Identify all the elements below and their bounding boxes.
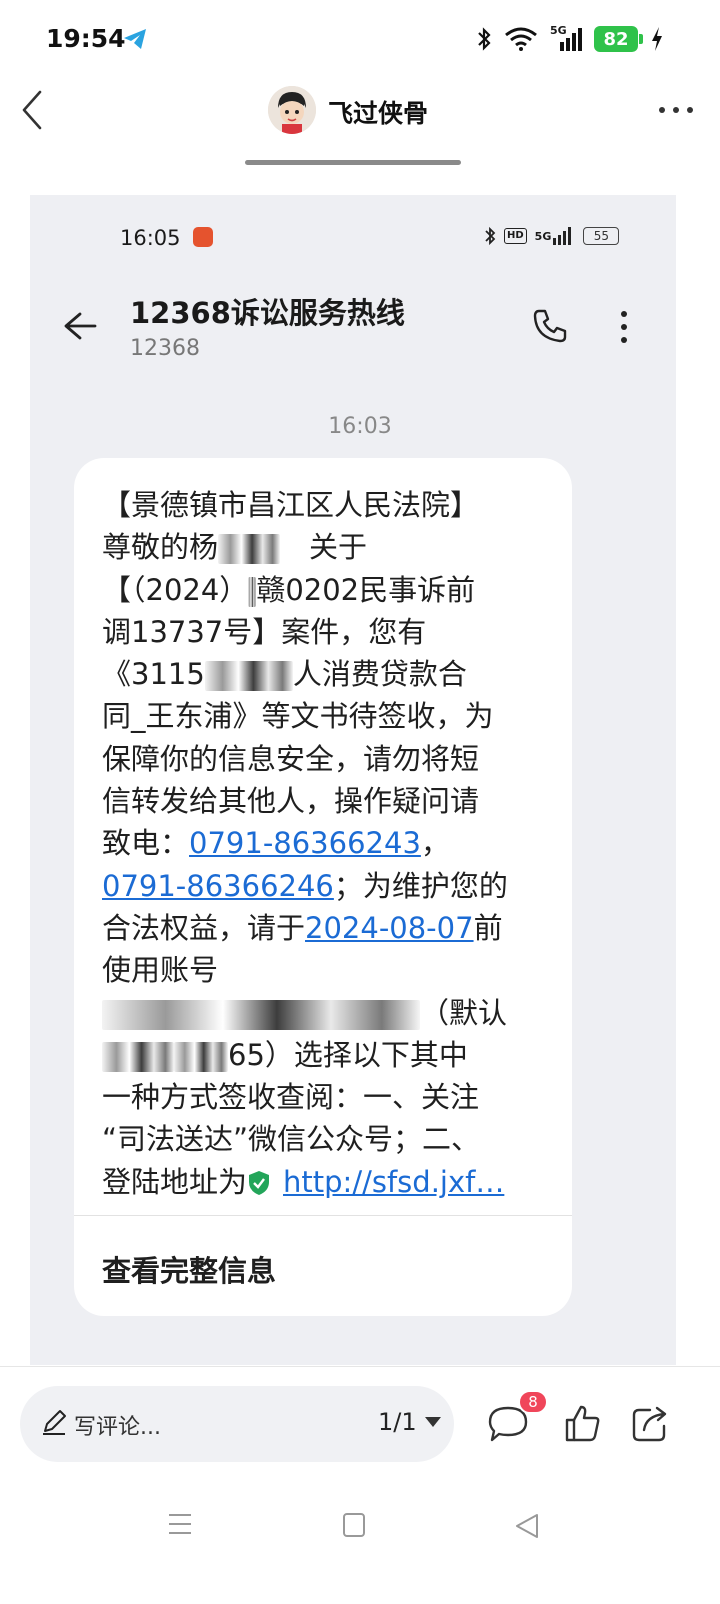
shield-check-icon xyxy=(249,1170,270,1195)
comment-placeholder[interactable]: 写评论... xyxy=(74,1409,161,1441)
message-link: 0791-86366243 xyxy=(189,826,421,861)
contact-number: 12368 xyxy=(130,336,200,361)
message-line: 信转发给其他人，操作疑问请 xyxy=(102,780,552,822)
comment-count-badge: 8 xyxy=(518,1390,548,1414)
inner-network-label: 5G xyxy=(534,229,552,243)
redacted-block xyxy=(102,999,420,1030)
contact-name: 12368诉讼服务热线 xyxy=(130,296,405,330)
message-line: 0791-86366246；为维护您的 xyxy=(102,865,552,907)
nav-back-icon[interactable] xyxy=(513,1512,541,1540)
inner-menu-icon xyxy=(621,311,627,343)
inner-signal-icon xyxy=(553,227,572,245)
message-line: 调13737号】案件，您有 xyxy=(102,611,552,653)
message-text-segment: 【景德镇市昌江区人民法院】 xyxy=(102,488,480,522)
message-text-segment: 人消费贷款合 xyxy=(292,657,467,692)
message-line: 一种方式签收查阅：一、关注 xyxy=(102,1076,552,1118)
author-name[interactable]: 飞过侠骨 xyxy=(328,94,428,130)
cell-signal-icon: 5G xyxy=(550,24,582,52)
thumbs-up-icon[interactable] xyxy=(564,1403,600,1443)
status-icons: 5G 82 xyxy=(476,22,664,56)
message-text-segment: 致电： xyxy=(102,826,190,861)
message-line: “司法送达”微信公众号；二、 xyxy=(102,1118,552,1160)
message-link: 2024-08-07 xyxy=(305,910,474,945)
message-text: 【景德镇市昌江区人民法院】 尊敬的杨 关于 【（2024） 赣0202民事诉前 调137… xyxy=(102,484,552,1203)
message-text-segment: 登陆地址为 xyxy=(102,1164,248,1199)
redacted-block xyxy=(204,661,293,692)
system-nav-bar xyxy=(0,1490,720,1604)
message-text-segment: 信转发给其他人，操作疑问请 xyxy=(102,784,480,819)
telegram-icon xyxy=(124,29,146,49)
message-text-segment: 赣0202民事诉前 xyxy=(256,572,476,607)
redacted-block xyxy=(102,1041,174,1072)
message-line: 尊敬的杨 关于 xyxy=(102,526,552,568)
message-text-segment: 使用账号 xyxy=(102,953,219,988)
message-line: 《3115 人消费贷款合 xyxy=(102,653,552,695)
message-text-segment: 关于 xyxy=(280,530,368,565)
message-text-segment: 一种方式签收查阅：一、关注 xyxy=(102,1080,480,1115)
inner-back-arrow-icon xyxy=(64,312,97,340)
message-line: 保障你的信息安全，请勿将短 xyxy=(102,738,552,780)
message-line: 同_王东浦》等文书待签收，为 xyxy=(102,695,552,737)
more-options-icon[interactable] xyxy=(656,100,696,120)
battery-indicator: 82 xyxy=(594,26,643,52)
redacted-block xyxy=(174,1041,228,1072)
inner-status-time: 16:05 xyxy=(120,226,181,250)
wifi-icon xyxy=(505,27,537,51)
message-link: 0791-86366246 xyxy=(102,868,334,903)
message-line: 【景德镇市昌江区人民法院】 xyxy=(102,484,552,526)
page-indicator[interactable]: 1/1 xyxy=(378,1408,417,1436)
message-text-segment: 【（2024） xyxy=(102,572,249,607)
message-text-segment: 65）选择以下其中 xyxy=(228,1037,468,1072)
message-text-segment: “司法送达”微信公众号；二、 xyxy=(102,1122,481,1157)
hd-badge: HD xyxy=(504,228,527,244)
inner-battery: 55 xyxy=(583,227,620,245)
inner-bluetooth-icon xyxy=(485,226,496,246)
message-text-segment: 调13737号】案件，您有 xyxy=(102,614,427,649)
message-text-segment: 前 xyxy=(473,910,503,945)
message-line: 合法权益，请于2024-08-07前 xyxy=(102,907,552,949)
message-line: 【（2024） 赣0202民事诉前 xyxy=(102,569,552,611)
inner-battery-level: 55 xyxy=(593,229,609,243)
inner-status-icons: HD 5G 55 xyxy=(484,226,620,246)
message-line: 65）选择以下其中 xyxy=(102,1034,552,1076)
bottom-divider xyxy=(0,1366,720,1367)
phone-icon xyxy=(533,309,567,343)
message-line: （默认 xyxy=(102,992,552,1034)
back-button[interactable] xyxy=(14,88,54,132)
pencil-icon xyxy=(43,1410,66,1435)
view-full-message: 查看完整信息 xyxy=(102,1254,277,1288)
battery-level: 82 xyxy=(603,28,629,50)
message-text-segment: 尊敬的杨 xyxy=(102,530,219,565)
message-line: 致电：0791-86366243， xyxy=(102,822,552,864)
message-text-segment: ；为维护您的 xyxy=(333,868,508,903)
bluetooth-icon xyxy=(478,27,491,51)
message-text-segment: 合法权益，请于 xyxy=(102,910,306,945)
charging-icon xyxy=(652,27,662,51)
status-time: 19:54 xyxy=(46,24,126,53)
message-text-segment: ， xyxy=(420,826,450,861)
recent-apps-icon[interactable] xyxy=(166,1510,194,1538)
app-notification-icon xyxy=(193,227,213,247)
bubble-divider xyxy=(74,1215,572,1216)
message-text-segment: （默认 xyxy=(420,995,508,1030)
message-link: http://sfsd.jxf… xyxy=(283,1164,505,1199)
message-text-segment: 保障你的信息安全，请勿将短 xyxy=(102,741,480,776)
redacted-block xyxy=(218,534,281,565)
drag-handle[interactable] xyxy=(245,160,461,165)
message-text-segment: 《3115 xyxy=(102,657,205,692)
home-icon[interactable] xyxy=(342,1512,366,1538)
message-line: 使用账号 xyxy=(102,949,552,991)
caret-down-icon[interactable] xyxy=(424,1416,442,1428)
message-timestamp: 16:03 xyxy=(328,414,392,439)
message-text-segment: 同_王东浦》等文书待签收，为 xyxy=(102,699,494,734)
message-line: 登陆地址为 http://sfsd.jxf… xyxy=(102,1161,552,1203)
avatar[interactable] xyxy=(268,86,316,134)
cartoon-avatar-icon xyxy=(268,86,316,134)
share-icon[interactable] xyxy=(630,1404,670,1444)
